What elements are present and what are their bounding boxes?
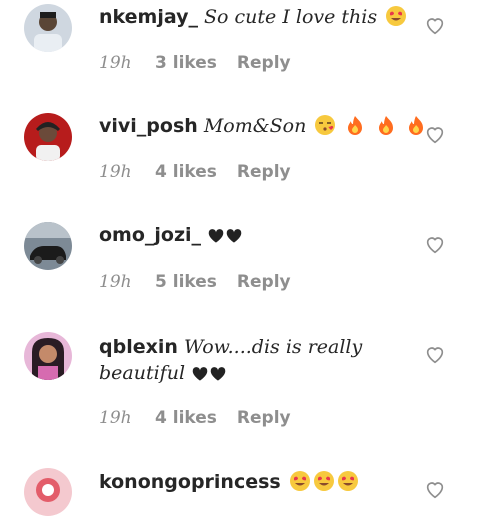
heart-eyes-emoji-icon (289, 470, 311, 499)
kissing-heart-emoji-icon (314, 114, 336, 143)
comment-text: Mom&Son (203, 115, 307, 137)
black-heart-icon (191, 363, 209, 389)
timestamp: 19h (99, 272, 132, 292)
like-heart-icon[interactable] (424, 343, 446, 365)
username[interactable]: vivi_posh (99, 115, 198, 137)
reply-button[interactable]: Reply (237, 408, 291, 428)
fire-emoji-icon (375, 114, 397, 143)
likes-link[interactable]: 5 likes (155, 272, 217, 292)
reply-button[interactable]: Reply (237, 53, 291, 73)
like-heart-icon[interactable] (424, 478, 446, 500)
heart-eyes-emoji-icon (337, 470, 359, 499)
username[interactable]: nkemjay_ (99, 6, 198, 28)
avatar[interactable] (24, 332, 72, 380)
avatar[interactable] (24, 222, 72, 270)
comment-text: So cute I love this (204, 6, 378, 28)
reply-button[interactable]: Reply (237, 272, 291, 292)
likes-link[interactable]: 4 likes (155, 408, 217, 428)
timestamp: 19h (99, 408, 132, 428)
black-heart-icon (209, 363, 227, 389)
heart-eyes-emoji-icon (385, 5, 407, 34)
avatar[interactable] (24, 4, 72, 52)
black-heart-icon (225, 225, 243, 251)
heart-eyes-emoji-icon (313, 470, 335, 499)
likes-link[interactable]: 4 likes (155, 162, 217, 182)
timestamp: 19h (99, 162, 132, 182)
avatar[interactable] (24, 468, 72, 516)
likes-link[interactable]: 3 likes (155, 53, 217, 73)
username[interactable]: omo_jozi_ (99, 224, 201, 246)
avatar[interactable] (24, 113, 72, 161)
like-heart-icon[interactable] (424, 233, 446, 255)
black-heart-icon (207, 225, 225, 251)
timestamp: 19h (99, 53, 132, 73)
fire-emoji-icon (344, 114, 366, 143)
like-heart-icon[interactable] (424, 123, 446, 145)
like-heart-icon[interactable] (424, 14, 446, 36)
username[interactable]: qblexin (99, 336, 178, 358)
reply-button[interactable]: Reply (237, 162, 291, 182)
username[interactable]: konongoprincess (99, 471, 281, 493)
